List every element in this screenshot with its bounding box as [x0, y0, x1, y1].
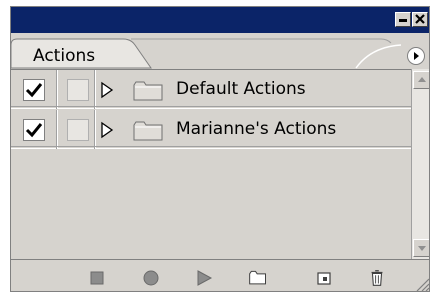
actions-panel: Actions Default Actions Marianne's Actio… — [10, 6, 430, 292]
vertical-scrollbar[interactable] — [411, 69, 429, 259]
close-icon-glyph — [415, 14, 425, 24]
trash-icon[interactable] — [367, 268, 387, 288]
scroll-down-button[interactable] — [413, 239, 429, 257]
checkmark-icon — [25, 83, 43, 98]
action-set-label: Default Actions — [176, 79, 306, 99]
play-icon[interactable] — [194, 268, 214, 288]
panel-menu-arrow-icon[interactable] — [407, 47, 425, 65]
panel-titlebar[interactable] — [11, 7, 429, 33]
dialog-toggle[interactable] — [67, 119, 89, 141]
scroll-up-arrow-icon — [418, 77, 426, 82]
column-divider-highlight — [57, 70, 58, 109]
close-icon[interactable] — [412, 12, 428, 27]
stop-icon[interactable] — [87, 268, 107, 288]
action-set-label: Marianne's Actions — [176, 119, 337, 139]
column-divider-highlight — [57, 110, 58, 149]
minimize-icon[interactable] — [395, 12, 411, 27]
expand-triangle-icon[interactable] — [100, 81, 114, 99]
row-separator — [11, 106, 411, 107]
actions-toolbar — [11, 259, 430, 292]
resize-grip-icon[interactable] — [414, 276, 430, 292]
new-action-icon[interactable] — [314, 268, 334, 288]
tab-strip: Actions — [11, 33, 429, 69]
expand-triangle-icon[interactable] — [100, 121, 114, 139]
record-icon[interactable] — [141, 268, 161, 288]
toggle-checkbox[interactable] — [23, 79, 45, 101]
column-divider-highlight — [95, 110, 96, 149]
scroll-down-arrow-icon — [418, 246, 426, 251]
dialog-toggle[interactable] — [67, 79, 89, 101]
checkmark-icon — [25, 123, 43, 138]
new-set-icon[interactable] — [248, 268, 268, 288]
actions-list: Default Actions Marianne's Actions — [11, 69, 411, 259]
tab-actions[interactable]: Actions — [33, 46, 95, 66]
toggle-checkbox[interactable] — [23, 119, 45, 141]
list-item[interactable]: Marianne's Actions — [11, 110, 411, 149]
folder-icon — [133, 81, 163, 101]
row-separator — [11, 146, 411, 147]
folder-icon — [133, 121, 163, 141]
column-divider-highlight — [95, 70, 96, 109]
scroll-up-button[interactable] — [413, 71, 429, 89]
list-item[interactable]: Default Actions — [11, 70, 411, 109]
panel-menu-arrow-glyph — [414, 52, 419, 60]
